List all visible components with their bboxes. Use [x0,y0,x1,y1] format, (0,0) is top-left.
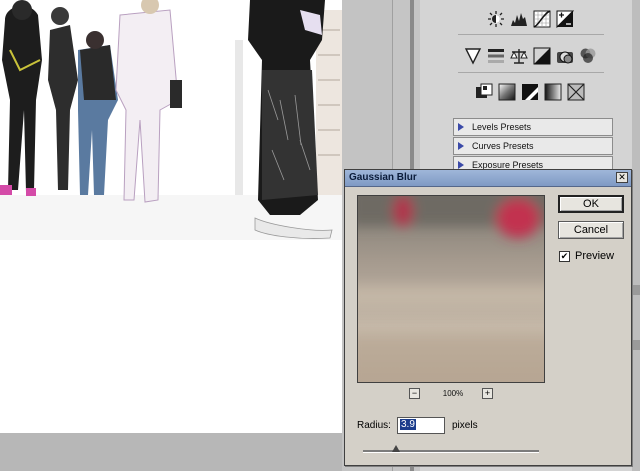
brightness-contrast-icon[interactable] [486,9,506,29]
gaussian-blur-dialog: Gaussian Blur ✕ − 100% + OK Cancel ✔ Pre… [344,169,632,466]
zoom-level: 100% [442,389,464,398]
color-balance-icon[interactable] [509,46,529,66]
zoom-controls: − 100% + [409,388,499,401]
radius-input[interactable]: 3.9 [397,417,445,434]
levels-icon[interactable] [509,9,529,29]
vibrance-icon[interactable] [463,46,483,66]
black-white-icon[interactable] [532,46,552,66]
posterize-icon[interactable] [497,82,517,102]
preview-checkbox[interactable]: ✔ [559,250,570,262]
expand-triangle-icon [458,142,464,150]
blurred-preview-image [358,196,544,382]
preset-label: Curves Presets [472,141,534,151]
threshold-icon[interactable] [520,82,540,102]
scroll-nub[interactable] [632,285,640,295]
invert-icon[interactable] [474,82,494,102]
dialog-title: Gaussian Blur [349,172,417,183]
adjustments-row-1 [420,9,640,29]
radius-slider-thumb[interactable] [392,445,401,452]
ok-button[interactable]: OK [558,195,624,213]
preset-label: Levels Presets [472,122,532,132]
photo-filter-icon[interactable] [555,46,575,66]
preset-curves[interactable]: Curves Presets [453,137,613,155]
exposure-icon[interactable] [555,9,575,29]
filter-preview[interactable] [357,195,545,383]
zoom-out-button[interactable]: − [409,388,420,399]
cancel-button[interactable]: Cancel [558,221,624,239]
adjustments-row-2 [420,46,640,66]
street-photo [0,0,342,240]
radius-value: 3.9 [400,419,416,430]
radius-unit-label: pixels [452,420,478,431]
zoom-in-button[interactable]: + [482,388,493,399]
adjustments-row-3 [420,82,640,102]
close-button[interactable]: ✕ [616,172,628,183]
radius-label: Radius: [357,420,391,431]
expand-triangle-icon [458,161,464,169]
selective-color-icon[interactable] [566,82,586,102]
document-canvas[interactable] [0,0,342,433]
panel-scrollbar[interactable] [632,0,640,471]
curves-icon[interactable] [532,9,552,29]
row-separator [458,34,604,35]
adjustment-presets-list: Levels Presets Curves Presets Exposure P… [453,118,613,175]
preview-option: ✔ Preview [559,250,614,262]
preview-label: Preview [575,250,615,262]
expand-triangle-icon [458,123,464,131]
preset-levels[interactable]: Levels Presets [453,118,613,136]
dialog-titlebar[interactable]: Gaussian Blur ✕ [345,170,631,187]
channel-mixer-icon[interactable] [578,46,598,66]
row-separator [458,72,604,73]
hue-saturation-icon[interactable] [486,46,506,66]
radius-slider[interactable] [363,445,539,453]
canvas-pasteboard [0,433,342,471]
gradient-map-icon[interactable] [543,82,563,102]
scroll-nub[interactable] [632,340,640,350]
